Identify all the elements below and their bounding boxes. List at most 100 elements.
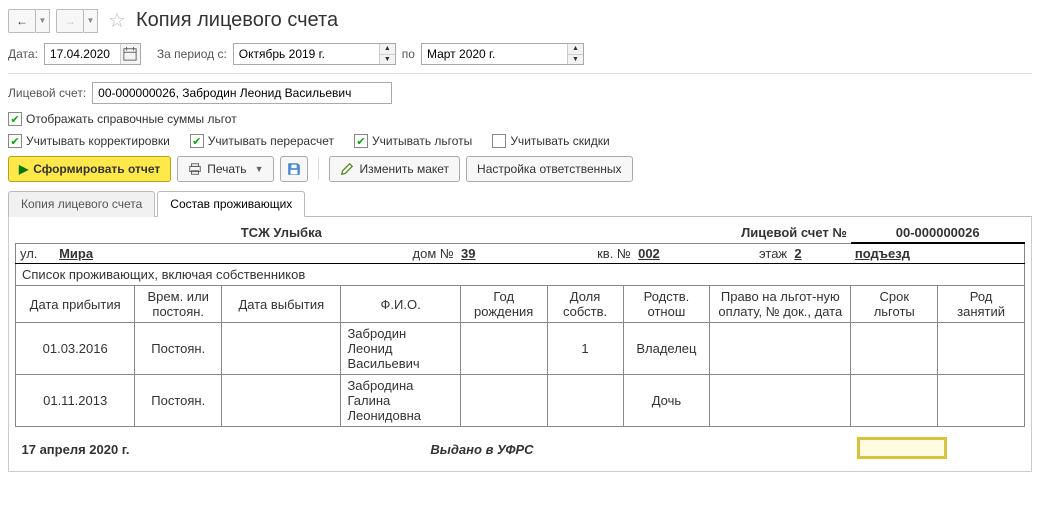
report-footer-row: 17 апреля 2020 г. Выдано в УФРС [16,427,1025,466]
apt-label: кв. № [597,246,631,261]
cell-depart [222,323,341,375]
check-label: Учитывать льготы [372,134,472,148]
cell-type: Постоян. [135,323,222,375]
account-number: 00-000000026 [851,223,1025,243]
cell-term [851,375,938,427]
check-benefits[interactable]: ✔ Учитывать льготы [354,134,472,148]
cell-occ [938,323,1025,375]
account-title-label: Лицевой счет № [547,223,851,243]
date-input-wrap [44,43,141,65]
footer-date: 17 апреля 2020 г. [16,427,341,466]
save-button[interactable] [280,156,308,182]
account-input-wrap [92,82,392,104]
check-label: Учитывать скидки [510,134,609,148]
account-input[interactable] [93,83,391,103]
cell-arrival: 01.03.2016 [16,323,135,375]
highlight-cell[interactable] [857,437,947,459]
col-depart: Дата выбытия [222,286,341,323]
house-value: 39 [461,246,475,261]
tab-copy[interactable]: Копия лицевого счета [8,191,155,217]
date-calendar-icon[interactable] [120,44,140,64]
cell-arrival: 01.11.2013 [16,375,135,427]
cell-birth [460,375,547,427]
check-label: Учитывать перерасчет [208,134,334,148]
street-label: ул. [20,246,37,261]
floor-label: этаж [759,246,787,261]
period-to-input[interactable] [422,44,567,64]
print-button[interactable]: Печать ▼ [177,156,274,182]
col-benefit: Право на льгот-ную оплату, № док., дата [710,286,851,323]
button-label: Печать [207,162,246,176]
checkbox-icon: ✔ [8,134,22,148]
period-from-down-icon[interactable]: ▼ [380,55,395,65]
check-corrections[interactable]: ✔ Учитывать корректировки [8,134,170,148]
period-from-wrap: ▲ ▼ [233,43,396,65]
cell-birth [460,323,547,375]
tab-strip: Копия лицевого счета Состав проживающих [8,190,1032,217]
period-from-input[interactable] [234,44,379,64]
col-share: Доля собств. [547,286,623,323]
period-to-up-icon[interactable]: ▲ [568,44,583,55]
cell-relation: Владелец [623,323,710,375]
cell-share [547,375,623,427]
cell-occ [938,375,1025,427]
tab-residents[interactable]: Состав проживающих [157,191,305,217]
apt-value: 002 [638,246,660,261]
period-to-wrap: ▲ ▼ [421,43,584,65]
period-to-down-icon[interactable]: ▼ [568,55,583,65]
save-icon [287,162,301,176]
check-label: Отображать справочные суммы льгот [26,112,237,126]
cell-benefit [710,323,851,375]
org-name: ТСЖ Улыбка [16,223,548,243]
col-arrival: Дата прибытия [16,286,135,323]
nav-forward-dropdown[interactable]: ▼ [84,9,98,33]
nav-forward-button[interactable]: → [56,9,84,33]
date-input[interactable] [45,44,120,64]
responsible-settings-button[interactable]: Настройка ответственных [466,156,632,182]
checkbox-row-2: ✔ Учитывать корректировки ✔ Учитывать пе… [8,134,1032,148]
cell-relation: Дочь [623,375,710,427]
favorite-star-icon[interactable]: ☆ [108,8,126,33]
page-title: Копия лицевого счета [136,9,338,32]
nav-back-button[interactable]: ← [8,9,36,33]
report-header-row: ТСЖ Улыбка Лицевой счет № 00-000000026 [16,223,1025,243]
street-value: Мира [59,246,93,261]
pencil-icon [340,162,354,176]
account-label: Лицевой счет: [8,86,86,100]
printer-icon [188,162,202,176]
cell-fio: Забродина Галина Леонидовна [341,375,460,427]
checkbox-row-1: ✔ Отображать справочные суммы льгот [8,112,1032,126]
action-bar: ▶ Сформировать отчет Печать ▼ Изменить м… [8,156,1032,182]
footer-issued: Выдано в УФРС [341,427,623,466]
check-discounts[interactable]: Учитывать скидки [492,134,609,148]
cell-term [851,323,938,375]
entrance-label: подъезд [855,246,910,261]
col-term: Срок льготы [851,286,938,323]
checkbox-icon [492,134,506,148]
edit-layout-button[interactable]: Изменить макет [329,156,460,182]
date-label: Дата: [8,47,38,61]
checkbox-icon: ✔ [8,112,22,126]
col-type: Врем. или постоян. [135,286,222,323]
check-recalc[interactable]: ✔ Учитывать перерасчет [190,134,334,148]
col-birth: Год рождения [460,286,547,323]
period-from-label: За период с: [157,47,227,61]
list-title: Список проживающих, включая собственнико… [16,264,1025,286]
checkbox-icon: ✔ [190,134,204,148]
period-to-label: по [402,47,415,61]
check-show-ref-sums[interactable]: ✔ Отображать справочные суммы льгот [8,112,237,126]
separator [318,158,319,180]
period-from-up-icon[interactable]: ▲ [380,44,395,55]
button-label: Настройка ответственных [477,162,621,176]
list-title-row: Список проживающих, включая собственнико… [16,264,1025,286]
nav-back-dropdown[interactable]: ▼ [36,9,50,33]
account-row: Лицевой счет: [8,82,1032,104]
col-occ: Род занятий [938,286,1025,323]
chevron-down-icon: ▼ [255,164,264,174]
house-label: дом № [413,246,454,261]
table-header-row: Дата прибытия Врем. или постоян. Дата вы… [16,286,1025,323]
cell-fio: Забродин Леонид Васильевич [341,323,460,375]
play-icon: ▶ [19,162,28,176]
generate-report-button[interactable]: ▶ Сформировать отчет [8,156,171,182]
col-relation: Родств. отнош [623,286,710,323]
